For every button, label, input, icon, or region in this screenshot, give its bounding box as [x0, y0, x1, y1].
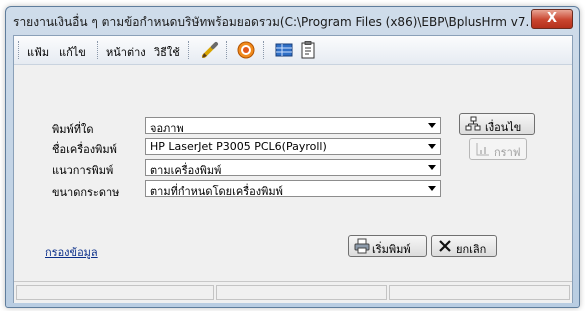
chevron-down-icon [428, 123, 436, 128]
graph-button[interactable]: กราฟ [469, 138, 527, 160]
toolbar-grip[interactable] [188, 41, 192, 59]
orientation-select[interactable]: ตามเครื่องพิมพ์ [145, 159, 441, 177]
clipboard-icon[interactable] [298, 40, 318, 60]
client-area: แฟ้ม แก้ไข หน้าต่าง วิธีใช้ พิมพ์ที่ใด จ… [13, 35, 573, 303]
target-icon[interactable] [236, 40, 256, 60]
chevron-down-icon [428, 186, 436, 191]
menu-edit[interactable]: แก้ไข [59, 43, 86, 61]
print-button[interactable]: เริ่มพิมพ์ [348, 235, 427, 257]
toolbar-grip[interactable] [226, 41, 230, 59]
toolbar-grip[interactable] [18, 41, 22, 59]
hierarchy-icon [465, 116, 481, 132]
toolbar-grip[interactable] [263, 41, 267, 59]
cancel-button[interactable]: ยกเลิก [431, 235, 497, 257]
printer-select[interactable]: HP LaserJet P3005 PCL6(Payroll) [145, 138, 441, 155]
table-icon[interactable] [274, 40, 294, 60]
printer-name-label: ชื่อเครื่องพิมพ์ [52, 143, 117, 156]
toolbar-grip[interactable] [97, 41, 101, 59]
filter-data-link[interactable]: กรองข้อมูล [45, 243, 98, 261]
paper-size-label: ขนาดกระดาษ [52, 186, 120, 199]
print-to-label: พิมพ์ที่ใด [52, 123, 94, 136]
menu-bar: แฟ้ม แก้ไข หน้าต่าง วิธีใช้ [14, 36, 572, 65]
window-title: รายงานเงินอื่น ๆ ตามข้อกำหนดบริษัทพร้อมย… [13, 15, 528, 29]
paper-size-select[interactable]: ตามที่กำหนดโดยเครื่องพิมพ์ [145, 180, 441, 198]
orientation-label: แนวการพิมพ์ [52, 164, 114, 177]
chart-icon [475, 141, 491, 157]
chevron-down-icon [428, 165, 436, 170]
condition-button[interactable]: เงื่อนไข [459, 113, 535, 135]
report-window: รายงานเงินอื่น ๆ ตามข้อกำหนดบริษัทพร้อมย… [5, 6, 580, 308]
status-panel [16, 285, 214, 300]
menu-window[interactable]: หน้าต่าง [106, 43, 146, 61]
status-bar [14, 281, 572, 303]
status-panel [389, 285, 570, 300]
title-bar[interactable]: รายงานเงินอื่น ๆ ตามข้อกำหนดบริษัทพร้อมย… [6, 7, 579, 35]
status-panel [216, 285, 387, 300]
print-to-select[interactable]: จอภาพ [145, 117, 441, 135]
printer-icon [354, 238, 370, 254]
pen-icon[interactable] [200, 40, 220, 60]
chevron-down-icon [428, 144, 436, 149]
menu-help[interactable]: วิธีใช้ [154, 43, 180, 61]
close-button[interactable]: X [531, 9, 573, 29]
menu-file[interactable]: แฟ้ม [27, 43, 49, 61]
close-icon [437, 238, 453, 254]
print-options-panel: พิมพ์ที่ใด จอภาพ ชื่อเครื่องพิมพ์ HP Las… [14, 65, 572, 261]
